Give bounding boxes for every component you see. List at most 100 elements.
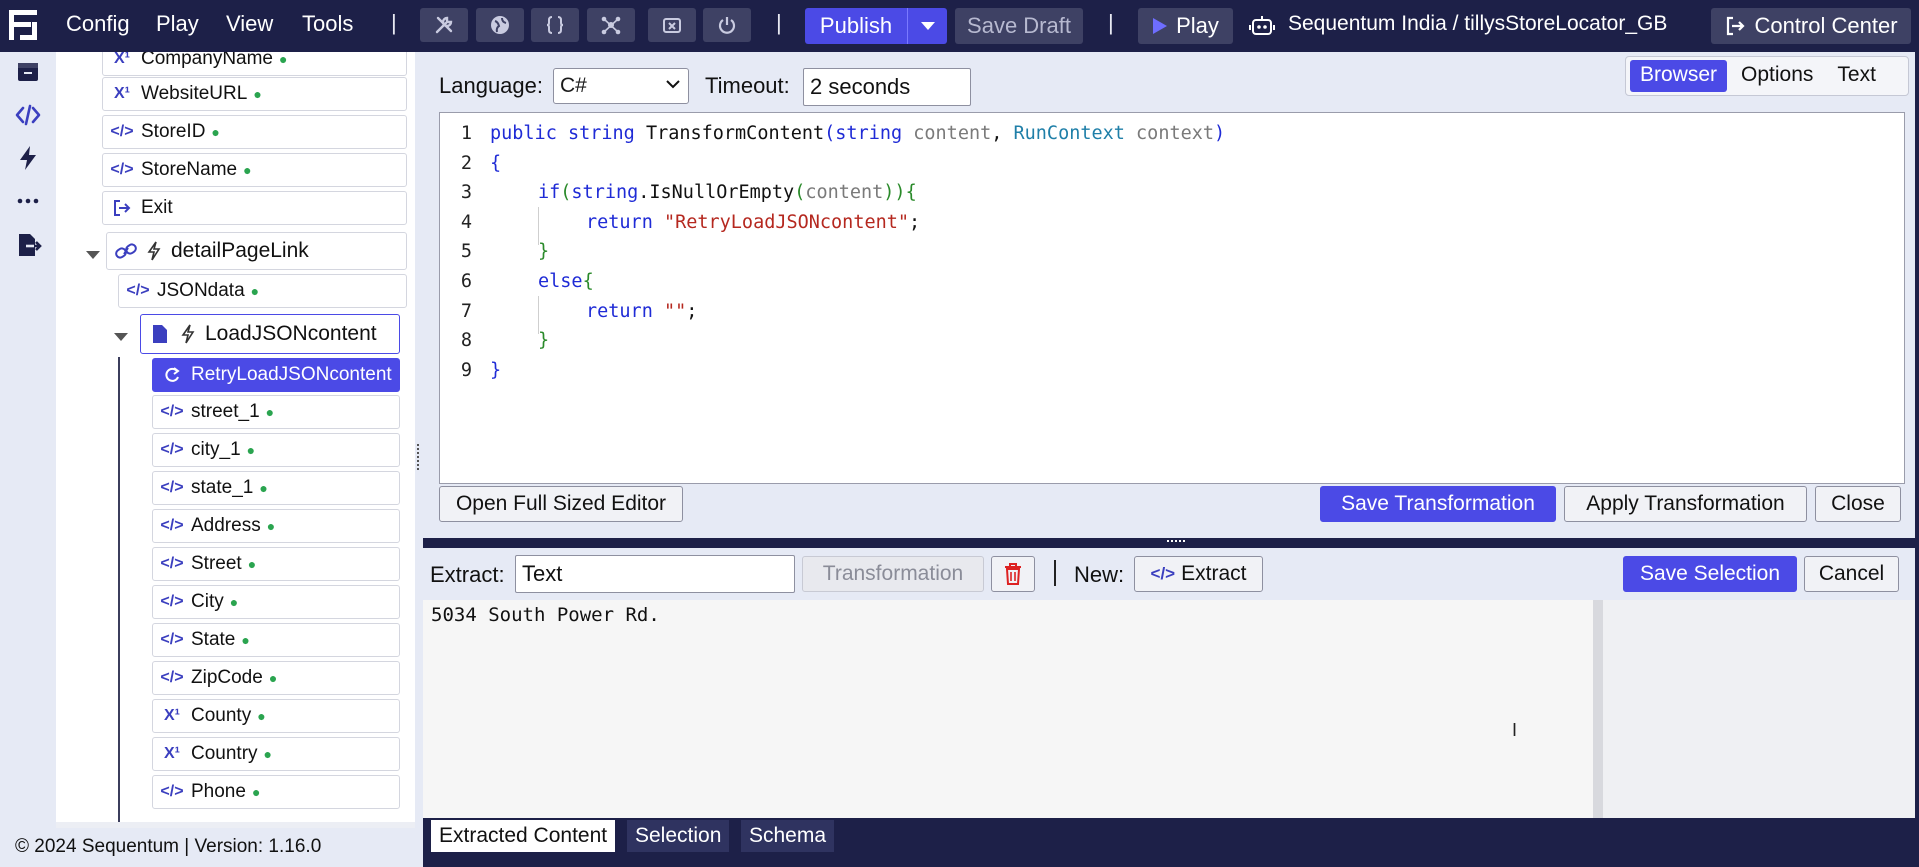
lightning-icon[interactable] (14, 144, 42, 172)
code-braces-button[interactable] (531, 8, 579, 42)
tree-node[interactable]: </> city_1 ● (152, 433, 400, 467)
publish-dropdown-button[interactable] (907, 8, 947, 44)
status-dot: ● (229, 594, 239, 610)
tree-node[interactable]: detailPageLink (106, 232, 407, 270)
new-extract-button[interactable]: </> Extract (1134, 556, 1263, 592)
code-editor[interactable]: 1 2 3 4 5 6 7 8 9 public string Transfor… (439, 112, 1905, 484)
collapse-caret-icon[interactable] (86, 251, 100, 259)
code-icon: </> (160, 593, 184, 610)
tree-node[interactable]: X¹ CompanyName ● (102, 52, 407, 76)
superscript-x-icon: X¹ (114, 52, 130, 67)
code-line: return "RetryLoadJSONcontent"; (586, 212, 921, 233)
tree-node[interactable]: </> ZipCode ● (152, 661, 400, 695)
grip-handle[interactable] (417, 444, 421, 470)
menu-view[interactable]: View (226, 11, 273, 37)
collapse-caret-icon[interactable] (114, 333, 128, 341)
cancel-button[interactable]: Cancel (1804, 556, 1899, 592)
browser-button[interactable] (476, 8, 524, 42)
tree-node-label: Street (191, 553, 242, 574)
tree-node-label: LoadJSONcontent (205, 322, 377, 345)
tab-selection[interactable]: Selection (627, 820, 730, 852)
control-center-label: Control Center (1754, 13, 1898, 38)
tree-node[interactable]: </> street_1 ● (152, 395, 400, 429)
extracted-output-area[interactable] (423, 600, 1593, 818)
tree-node[interactable]: </> StoreID ● (102, 115, 407, 149)
robot-icon (1249, 16, 1275, 35)
grip-handle[interactable] (1167, 540, 1185, 544)
retry-icon (159, 367, 185, 383)
close-window-button[interactable] (648, 8, 696, 42)
menu-config[interactable]: Config (66, 11, 130, 37)
language-select[interactable]: C# (553, 68, 689, 104)
tree-node[interactable]: </> StoreName ● (102, 153, 407, 187)
tools-button[interactable] (420, 8, 468, 42)
caret-down-icon (920, 22, 935, 30)
code-line: if(string.IsNullOrEmpty(content)){ (538, 182, 917, 203)
code-icon: </> (160, 555, 184, 572)
menu-tools[interactable]: Tools (302, 11, 353, 37)
status-dot: ● (257, 708, 266, 724)
vertical-splitter[interactable] (415, 52, 423, 867)
power-button[interactable] (703, 8, 751, 42)
tree-node[interactable]: </> City ● (152, 585, 400, 619)
left-icon-rail (0, 52, 56, 828)
code-icon: </> (160, 631, 184, 648)
timeout-input[interactable]: 2 seconds (803, 68, 971, 106)
network-button[interactable] (587, 8, 635, 42)
tree-node[interactable]: </> Street ● (152, 547, 400, 581)
sequentum-logo-icon[interactable] (6, 6, 42, 44)
code-icon: </> (110, 161, 134, 178)
tree-node[interactable]: </> state_1 ● (152, 471, 400, 505)
code-icon[interactable] (14, 101, 42, 129)
tree-node[interactable]: </> State ● (152, 623, 400, 657)
tree-node-label: Phone (191, 781, 246, 802)
wrench-icon (435, 16, 453, 34)
tree-node-label: CompanyName (141, 52, 273, 69)
tree-node[interactable]: Exit (102, 191, 407, 225)
apply-transformation-button[interactable]: Apply Transformation (1564, 486, 1807, 522)
tree-node[interactable]: X¹ WebsiteURL ● (102, 77, 407, 111)
tree-node-selected[interactable]: RetryLoadJSONcontent (152, 358, 400, 392)
open-full-editor-button[interactable]: Open Full Sized Editor (439, 486, 683, 522)
new-extract-label: Extract (1181, 562, 1247, 585)
archive-icon[interactable] (14, 58, 42, 86)
close-button[interactable]: Close (1815, 486, 1901, 522)
tab-browser[interactable]: Browser (1630, 60, 1728, 92)
tab-schema[interactable]: Schema (741, 820, 835, 852)
lightning-icon (179, 324, 197, 344)
tree-node-label: County (191, 705, 252, 726)
code-line: return ""; (586, 301, 698, 322)
tab-extracted-content[interactable]: Extracted Content (431, 820, 616, 852)
tree-node-label: city_1 (191, 439, 241, 460)
file-icon (147, 324, 173, 344)
save-transformation-button[interactable]: Save Transformation (1320, 486, 1556, 522)
tree-node[interactable]: </> JSONdata ● (118, 274, 407, 308)
footer-version: © 2024 Sequentum | Version: 1.16.0 (0, 828, 415, 867)
text-cursor-icon: I (1512, 720, 1518, 740)
tree-node[interactable]: </> Address ● (152, 509, 400, 543)
extract-type-input[interactable]: Text (515, 555, 795, 593)
tab-options[interactable]: Options (1731, 60, 1823, 92)
code-line: else{ (538, 271, 594, 292)
line-number: 3 (460, 182, 472, 203)
delete-button[interactable] (991, 556, 1035, 592)
transformation-button[interactable]: Transformation (802, 556, 984, 592)
save-draft-button[interactable]: Save Draft (955, 8, 1083, 44)
export-icon[interactable] (14, 231, 42, 259)
horizontal-splitter[interactable] (423, 538, 1915, 548)
tree-node[interactable]: </> Phone ● (152, 775, 400, 809)
save-selection-button[interactable]: Save Selection (1623, 556, 1797, 592)
tab-text[interactable]: Text (1827, 60, 1886, 92)
menu-play[interactable]: Play (156, 11, 199, 37)
play-button[interactable]: Play (1138, 8, 1233, 44)
tree-node[interactable]: LoadJSONcontent (140, 314, 400, 354)
top-bar: Config Play View Tools | | Publish Save … (0, 0, 1919, 52)
vertical-scrollbar[interactable] (1593, 600, 1603, 818)
tree-node[interactable]: X¹ Country ● (152, 737, 400, 771)
publish-button[interactable]: Publish (805, 8, 907, 44)
control-center-button[interactable]: Control Center (1711, 8, 1911, 44)
tree-node[interactable]: X¹ County ● (152, 699, 400, 733)
extract-panel: Extract: Text Transformation New: </> Ex… (423, 548, 1915, 818)
more-icon[interactable] (14, 187, 42, 215)
status-dot: ● (250, 283, 260, 299)
